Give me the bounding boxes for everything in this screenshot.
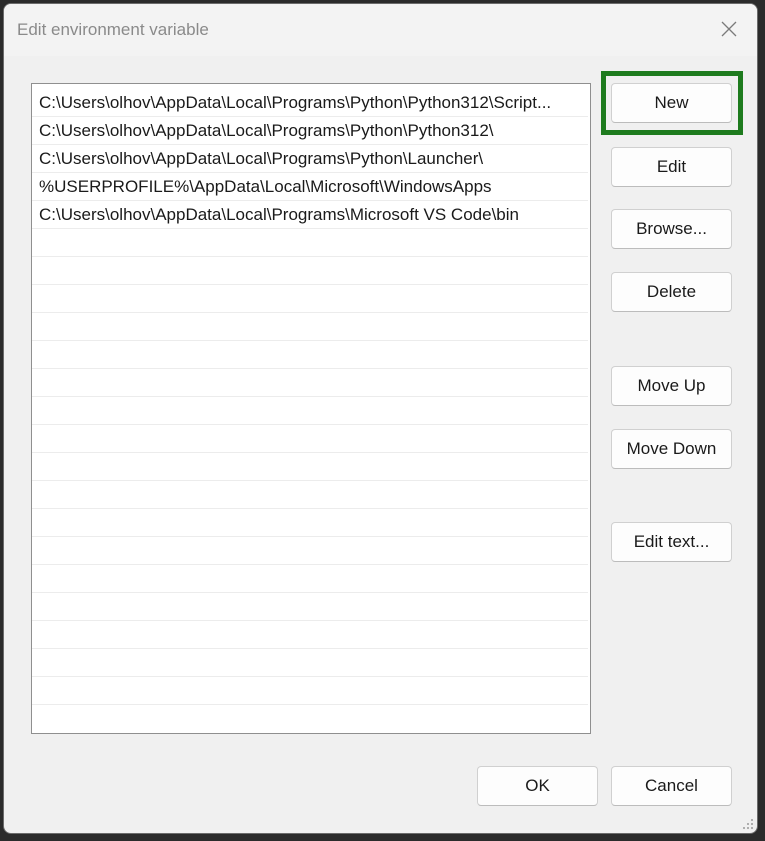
empty-list-row[interactable] <box>32 341 588 369</box>
move-down-button[interactable]: Move Down <box>611 429 732 469</box>
empty-list-row[interactable] <box>32 677 588 705</box>
empty-list-row[interactable] <box>32 425 588 453</box>
list-item[interactable]: C:\Users\olhov\AppData\Local\Programs\Py… <box>32 117 588 145</box>
empty-list-row[interactable] <box>32 369 588 397</box>
cancel-button[interactable]: Cancel <box>611 766 732 806</box>
window-title: Edit environment variable <box>17 20 209 39</box>
resize-grip-icon[interactable] <box>742 818 754 830</box>
move-up-button[interactable]: Move Up <box>611 366 732 406</box>
edit-button[interactable]: Edit <box>611 147 732 187</box>
edit-text-button[interactable]: Edit text... <box>611 522 732 562</box>
empty-list-row[interactable] <box>32 257 588 285</box>
list-item[interactable]: C:\Users\olhov\AppData\Local\Programs\Py… <box>32 89 588 117</box>
title-bar: Edit environment variable <box>4 4 757 56</box>
path-list[interactable]: C:\Users\olhov\AppData\Local\Programs\Py… <box>31 83 591 734</box>
list-item[interactable]: %USERPROFILE%\AppData\Local\Microsoft\Wi… <box>32 173 588 201</box>
list-item[interactable]: C:\Users\olhov\AppData\Local\Programs\Mi… <box>32 201 588 229</box>
empty-list-row[interactable] <box>32 621 588 649</box>
empty-list-row[interactable] <box>32 229 588 257</box>
ok-button[interactable]: OK <box>477 766 598 806</box>
empty-list-row[interactable] <box>32 313 588 341</box>
close-icon <box>721 21 737 37</box>
list-item[interactable]: C:\Users\olhov\AppData\Local\Programs\Py… <box>32 145 588 173</box>
empty-list-row[interactable] <box>32 565 588 593</box>
empty-list-row[interactable] <box>32 481 588 509</box>
empty-list-row[interactable] <box>32 537 588 565</box>
empty-list-row[interactable] <box>32 285 588 313</box>
empty-list-row[interactable] <box>32 593 588 621</box>
close-button[interactable] <box>701 4 757 54</box>
new-button[interactable]: New <box>611 83 732 123</box>
empty-list-row[interactable] <box>32 453 588 481</box>
empty-list-row[interactable] <box>32 509 588 537</box>
empty-list-row[interactable] <box>32 397 588 425</box>
empty-list-row[interactable] <box>32 649 588 677</box>
browse-button[interactable]: Browse... <box>611 209 732 249</box>
edit-environment-variable-dialog: Edit environment variable C:\Users\olhov… <box>3 3 758 834</box>
delete-button[interactable]: Delete <box>611 272 732 312</box>
